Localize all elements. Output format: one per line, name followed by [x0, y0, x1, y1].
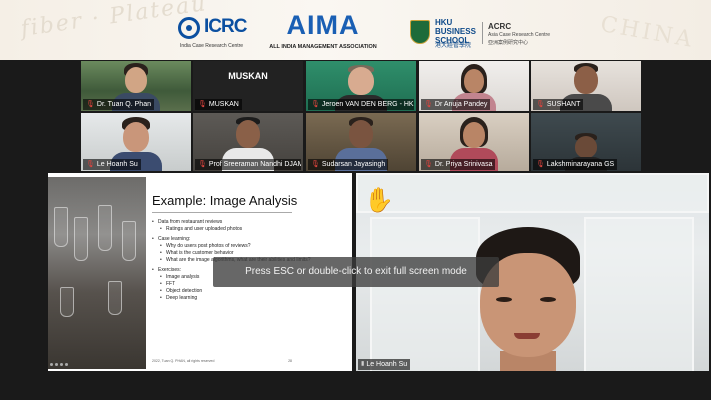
- slide-page-number: 28: [288, 359, 292, 363]
- aima-logo: AIMA ALL INDIA MANAGEMENT ASSOCIATION: [269, 10, 377, 51]
- participant-tile[interactable]: 🎙 Dr. Priya Srinivasa: [419, 113, 529, 171]
- icrc-logo: ICRC India Case Research Centre: [178, 16, 247, 49]
- slide-bullet: Deep learning: [152, 295, 312, 302]
- fullscreen-exit-notice[interactable]: Press ESC or double-click to exit full s…: [213, 257, 499, 287]
- mic-muted-icon: 🎙: [536, 161, 545, 168]
- participant-name-tag: 🎙 Jeroen VAN DEN BERG - HKU...: [308, 99, 414, 110]
- slide-bullet: Why do users post photos of reviews?: [152, 243, 312, 250]
- mic-muted-icon: 🎙: [311, 101, 320, 108]
- slide-bullet: Data from restaurant reviews: [152, 219, 312, 226]
- participant-name-tag: 🎙 Dr Anuja Pandey: [421, 99, 491, 110]
- slide-bullet: Ratings and user uploaded photos: [152, 226, 312, 233]
- slide-title-rule: [152, 212, 292, 213]
- slide-bullet: Case learning:: [152, 236, 312, 243]
- participant-name-tag: 🎙 Dr. Tuan Q. Phan: [83, 99, 154, 110]
- icrc-mark-icon: [178, 17, 200, 39]
- mic-muted-icon: 🎙: [198, 101, 207, 108]
- window-top: [356, 173, 709, 213]
- slide-bullet: What is the customer behavior: [152, 250, 312, 257]
- slide-left-margin: [2, 173, 48, 371]
- share-bottom-bar: [0, 371, 711, 400]
- hku-crest-icon: [410, 20, 430, 44]
- window-right: [584, 217, 694, 371]
- slide-photo-glasses: [48, 177, 146, 369]
- mic-muted-icon: 🎙: [311, 161, 320, 168]
- signal-bars-icon: ▮: [361, 361, 365, 367]
- logo-divider: [482, 22, 483, 44]
- shared-content-area: Example: Image Analysis Data from restau…: [0, 173, 711, 400]
- mic-muted-icon: 🎙: [86, 101, 95, 108]
- participant-name-tag: 🎙 MUSKAN: [195, 99, 242, 110]
- participant-name-tag: 🎙 Dr. Priya Srinivasa: [421, 159, 496, 170]
- speaker-name-tag: ▮ Le Hoanh Su: [358, 359, 411, 370]
- participant-name-tag: 🎙 Prof Sreeraman Nandhi DJAME: [195, 159, 301, 170]
- participant-tile[interactable]: MUSKAN 🎙 MUSKAN: [193, 61, 303, 111]
- participant-tile[interactable]: 🎙 Dr Anuja Pandey: [419, 61, 529, 111]
- mic-muted-icon: 🎙: [424, 101, 433, 108]
- mic-muted-icon: 🎙: [424, 161, 433, 168]
- banner-watermark-right: CHINA: [598, 11, 697, 54]
- raise-hand-icon: ✋: [364, 187, 394, 214]
- participant-name-tag: 🎙 Le Hoanh Su: [83, 159, 141, 170]
- participant-tile[interactable]: 🎙 Sudarsan Jayasingh: [306, 113, 416, 171]
- slide-footer: 2022, Tuan Q. PHAN, all rights reserved …: [152, 359, 292, 363]
- participant-tile[interactable]: 🎙 Dr. Tuan Q. Phan: [81, 61, 191, 111]
- mic-muted-icon: 🎙: [536, 101, 545, 108]
- participant-gallery: 🎙 Dr. Tuan Q. Phan MUSKAN 🎙 MUSKAN 🎙 Jer…: [0, 60, 711, 173]
- slide-nav-dots[interactable]: [50, 363, 68, 366]
- slide-copyright: 2022, Tuan Q. PHAN, all rights reserved: [152, 359, 215, 363]
- participant-tile[interactable]: 🎙 Le Hoanh Su: [81, 113, 191, 171]
- slide-bullet: Object detection: [152, 288, 312, 295]
- participant-name-tag: 🎙 Sudarsan Jayasingh: [308, 159, 389, 170]
- participant-tile[interactable]: 🎙 SUSHANT: [531, 61, 641, 111]
- mic-muted-icon: 🎙: [198, 161, 207, 168]
- speaker-person: [456, 227, 596, 371]
- participant-name-tag: 🎙 SUSHANT: [533, 99, 584, 110]
- slide-title: Example: Image Analysis: [152, 193, 298, 208]
- participant-tile[interactable]: 🎙 Jeroen VAN DEN BERG - HKU...: [306, 61, 416, 111]
- participant-tile[interactable]: 🎙 Prof Sreeraman Nandhi DJAME: [193, 113, 303, 171]
- participant-tile[interactable]: 🎙 Lakshminarayana GS: [531, 113, 641, 171]
- event-banner: fiber · Plateau CHINA ICRC India Case Re…: [0, 0, 711, 60]
- mic-muted-icon: 🎙: [86, 161, 95, 168]
- acrc-logo: ACRC Asia Case Research Centre 亞洲案例研究中心: [488, 22, 550, 46]
- participant-name-tag: 🎙 Lakshminarayana GS: [533, 159, 618, 170]
